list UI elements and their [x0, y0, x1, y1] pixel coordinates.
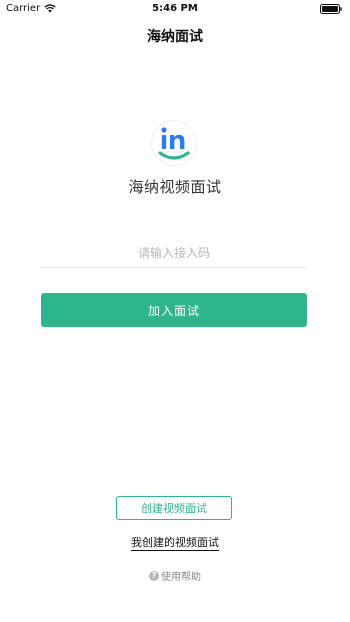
page-title: 海纳面试 [147, 29, 203, 45]
in-logo-icon [151, 120, 197, 166]
clock: 5:46 PM [152, 3, 198, 14]
battery-icon [320, 4, 342, 14]
help-link[interactable]: ? 使用帮助 [0, 568, 350, 583]
question-circle-icon: ? [149, 570, 159, 581]
my-created-interviews-link[interactable]: 我创建的视频面试 [0, 534, 350, 551]
status-bar: Carrier 5:46 PM [0, 0, 350, 18]
my-created-interviews-label: 我创建的视频面试 [131, 536, 219, 551]
create-video-interview-label: 创建视频面试 [141, 502, 207, 515]
access-code-input[interactable] [41, 238, 307, 268]
create-video-interview-button[interactable]: 创建视频面试 [116, 496, 232, 520]
app-name: 海纳视频面试 [128, 178, 222, 196]
help-label: 使用帮助 [161, 572, 201, 583]
join-interview-label: 加入面试 [147, 303, 200, 318]
join-interview-button[interactable]: 加入面试 [41, 293, 307, 327]
